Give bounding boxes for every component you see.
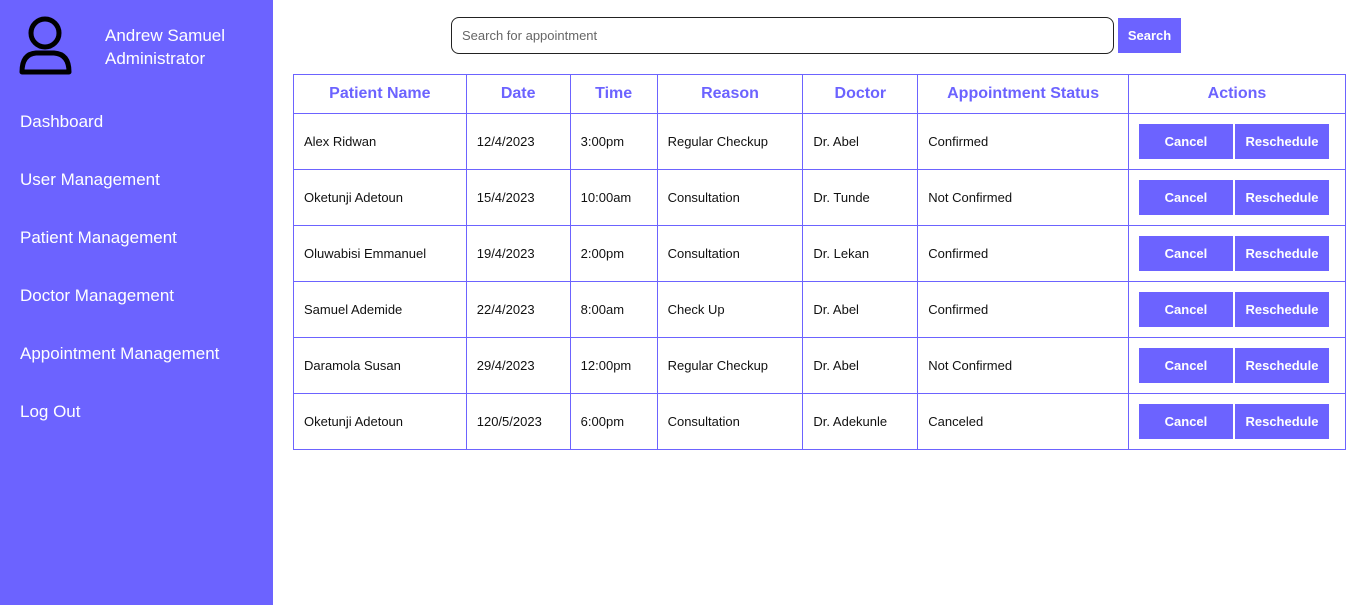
doctor-cell: Dr. Abel xyxy=(802,337,919,394)
time-cell: 3:00pm xyxy=(569,113,658,170)
sidebar-nav: Dashboard User Management Patient Manage… xyxy=(20,112,219,460)
date-cell: 29/4/2023 xyxy=(465,337,571,394)
status-cell: Not Confirmed xyxy=(917,337,1129,394)
patient-name-cell: Oluwabisi Emmanuel xyxy=(293,225,467,282)
time-cell: 2:00pm xyxy=(569,225,658,282)
reason-cell: Regular Checkup xyxy=(656,113,804,170)
column-header: Appointment Status xyxy=(917,74,1129,114)
user-profile: Andrew Samuel Administrator xyxy=(18,16,258,76)
doctor-cell: Dr. Adekunle xyxy=(802,393,919,450)
actions-cell: Cancel Reschedule xyxy=(1127,169,1347,226)
time-cell: 6:00pm xyxy=(569,393,658,450)
column-header: Patient Name xyxy=(293,74,467,114)
reason-cell: Consultation xyxy=(656,393,804,450)
doctor-cell: Dr. Tunde xyxy=(802,169,919,226)
search-input[interactable] xyxy=(451,17,1114,54)
cancel-button[interactable]: Cancel xyxy=(1138,292,1233,327)
nav-item-user-management[interactable]: User Management xyxy=(20,170,219,228)
table-row: Oluwabisi Emmanuel 19/4/2023 2:00pm Cons… xyxy=(293,225,1347,282)
reason-cell: Consultation xyxy=(656,169,804,226)
reason-cell: Consultation xyxy=(656,225,804,282)
time-cell: 8:00am xyxy=(569,281,658,338)
appointments-table: Patient Name Date Time Reason Doctor App… xyxy=(293,74,1347,450)
main-content: Search Patient Name Date Time Reason Doc… xyxy=(273,0,1366,605)
status-cell: Confirmed xyxy=(917,281,1129,338)
search-button[interactable]: Search xyxy=(1118,18,1181,53)
patient-name-cell: Oketunji Adetoun xyxy=(293,169,467,226)
reschedule-button[interactable]: Reschedule xyxy=(1234,348,1329,383)
date-cell: 19/4/2023 xyxy=(465,225,571,282)
actions-cell: Cancel Reschedule xyxy=(1127,225,1347,282)
column-header: Actions xyxy=(1127,74,1347,114)
status-cell: Not Confirmed xyxy=(917,169,1129,226)
nav-item-doctor-management[interactable]: Doctor Management xyxy=(20,286,219,344)
reschedule-button[interactable]: Reschedule xyxy=(1234,124,1329,159)
date-cell: 15/4/2023 xyxy=(465,169,571,226)
table-row: Oketunji Adetoun 120/5/2023 6:00pm Consu… xyxy=(293,393,1347,450)
date-cell: 120/5/2023 xyxy=(465,393,571,450)
cancel-button[interactable]: Cancel xyxy=(1138,180,1233,215)
status-cell: Canceled xyxy=(917,393,1129,450)
doctor-cell: Dr. Lekan xyxy=(802,225,919,282)
sidebar: Andrew Samuel Administrator Dashboard Us… xyxy=(0,0,273,605)
reason-cell: Check Up xyxy=(656,281,804,338)
reschedule-button[interactable]: Reschedule xyxy=(1234,292,1329,327)
actions-cell: Cancel Reschedule xyxy=(1127,113,1347,170)
table-row: Daramola Susan 29/4/2023 12:00pm Regular… xyxy=(293,337,1347,394)
actions-cell: Cancel Reschedule xyxy=(1127,393,1347,450)
reschedule-button[interactable]: Reschedule xyxy=(1234,404,1329,439)
actions-cell: Cancel Reschedule xyxy=(1127,337,1347,394)
column-header: Doctor xyxy=(802,74,919,114)
nav-item-appointment-management[interactable]: Appointment Management xyxy=(20,344,219,402)
nav-item-log-out[interactable]: Log Out xyxy=(20,402,219,460)
table-row: Alex Ridwan 12/4/2023 3:00pm Regular Che… xyxy=(293,113,1347,170)
cancel-button[interactable]: Cancel xyxy=(1138,236,1233,271)
patient-name-cell: Alex Ridwan xyxy=(293,113,467,170)
column-header: Time xyxy=(569,74,658,114)
cancel-button[interactable]: Cancel xyxy=(1138,404,1233,439)
reschedule-button[interactable]: Reschedule xyxy=(1234,236,1329,271)
patient-name-cell: Oketunji Adetoun xyxy=(293,393,467,450)
actions-cell: Cancel Reschedule xyxy=(1127,281,1347,338)
date-cell: 12/4/2023 xyxy=(465,113,571,170)
status-cell: Confirmed xyxy=(917,113,1129,170)
reason-cell: Regular Checkup xyxy=(656,337,804,394)
cancel-button[interactable]: Cancel xyxy=(1138,124,1233,159)
patient-name-cell: Daramola Susan xyxy=(293,337,467,394)
user-icon xyxy=(19,16,72,75)
reschedule-button[interactable]: Reschedule xyxy=(1234,180,1329,215)
nav-item-patient-management[interactable]: Patient Management xyxy=(20,228,219,286)
doctor-cell: Dr. Abel xyxy=(802,281,919,338)
column-header: Reason xyxy=(656,74,804,114)
cancel-button[interactable]: Cancel xyxy=(1138,348,1233,383)
user-role: Administrator xyxy=(105,49,206,68)
table-row: Samuel Ademide 22/4/2023 8:00am Check Up… xyxy=(293,281,1347,338)
date-cell: 22/4/2023 xyxy=(465,281,571,338)
column-header: Date xyxy=(465,74,571,114)
time-cell: 12:00pm xyxy=(569,337,658,394)
table-row: Oketunji Adetoun 15/4/2023 10:00am Consu… xyxy=(293,169,1347,226)
table-header-row: Patient Name Date Time Reason Doctor App… xyxy=(293,74,1347,114)
doctor-cell: Dr. Abel xyxy=(802,113,919,170)
user-name: Andrew Samuel xyxy=(105,26,226,45)
time-cell: 10:00am xyxy=(569,169,658,226)
patient-name-cell: Samuel Ademide xyxy=(293,281,467,338)
status-cell: Confirmed xyxy=(917,225,1129,282)
nav-item-dashboard[interactable]: Dashboard xyxy=(20,112,219,170)
